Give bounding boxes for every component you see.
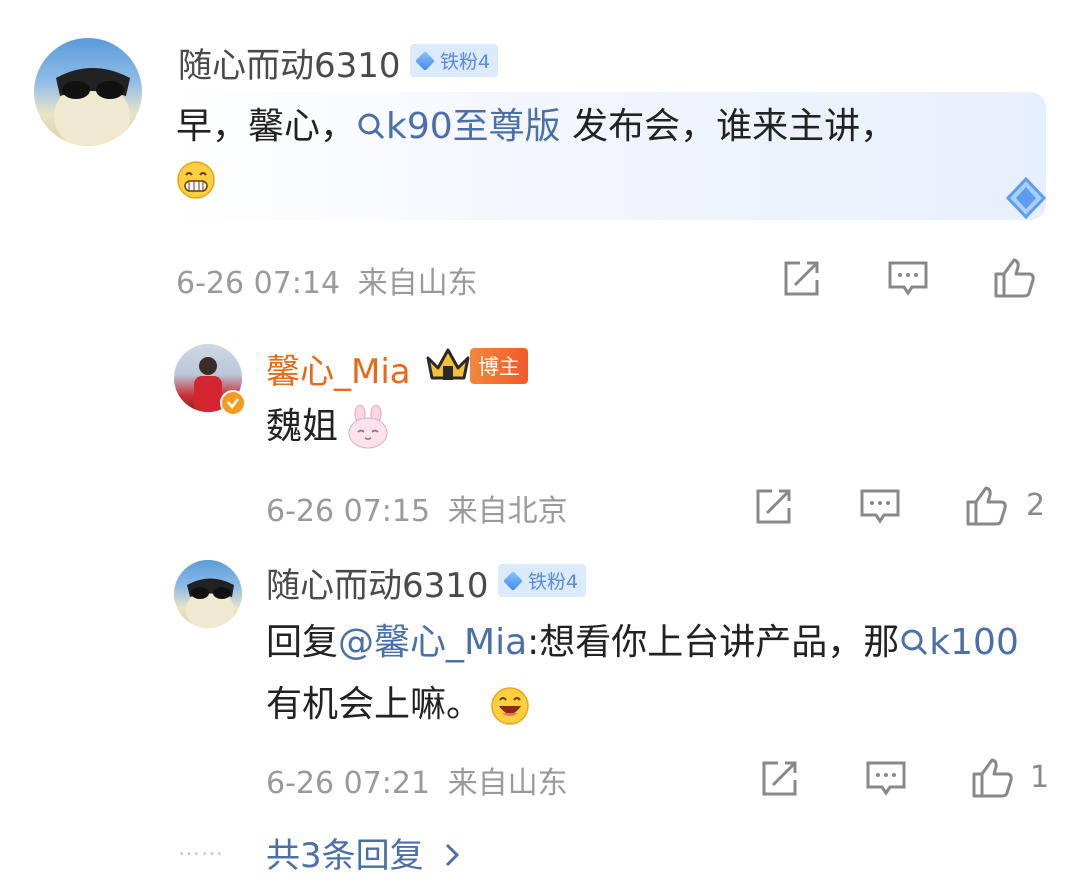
comment-text: 早，馨心， k90至尊版 发布会，谁来主讲，	[176, 98, 1016, 156]
comment-location: 来自山东	[357, 266, 478, 301]
topic-link[interactable]: k100	[899, 622, 1019, 663]
avatar-commenter[interactable]	[34, 38, 142, 146]
comment-icon[interactable]	[886, 256, 930, 300]
bunny-emoji	[346, 404, 390, 453]
reply-text-b: 有机会上嘛。	[266, 684, 483, 725]
more-replies-label: 共3条回复	[266, 836, 424, 876]
topic-link[interactable]: k90至尊版	[356, 106, 561, 147]
fan-badge[interactable]: 铁粉4	[410, 44, 499, 77]
more-dots: ……	[178, 836, 224, 861]
comment-time: 6-26 07:14	[176, 266, 341, 301]
cat-avatar-image	[54, 68, 130, 146]
commenter-name[interactable]: 随心而动6310	[178, 38, 401, 87]
reply-meta: 6-26 07:21 来自山东	[266, 758, 568, 802]
fan-badge-label: 铁粉4	[440, 51, 491, 73]
replier-name[interactable]: 随心而动6310	[266, 558, 489, 607]
like-icon[interactable]	[964, 484, 1008, 528]
chevron-right-icon	[446, 843, 460, 867]
reply-text-a: :想看你上台讲产品，那	[527, 622, 900, 663]
fan-badge-label: 铁粉4	[528, 571, 579, 593]
reply-time: 6-26 07:15	[266, 494, 431, 529]
verified-badge-icon	[220, 390, 246, 416]
diamond-icon	[503, 570, 523, 591]
fan-badge[interactable]: 铁粉4	[498, 564, 587, 597]
like-count: 2	[1026, 488, 1046, 523]
reply-time: 6-26 07:21	[266, 766, 431, 801]
blogger-badge-label: 博主	[478, 355, 520, 379]
comment-icon[interactable]	[858, 484, 902, 528]
diamond-decoration-icon	[1004, 176, 1048, 220]
like-count: 1	[1030, 760, 1050, 795]
avatar-replier[interactable]	[174, 560, 242, 628]
comment-icon[interactable]	[864, 756, 908, 800]
reply-prefix: 回复	[266, 622, 339, 663]
cat-avatar-image	[186, 578, 234, 628]
grin-emoji	[176, 160, 216, 204]
search-icon	[358, 113, 385, 140]
reply-location: 来自北京	[447, 494, 568, 529]
comment-text-after: 发布会，谁来主讲，	[560, 106, 897, 147]
like-icon[interactable]	[970, 756, 1014, 800]
blogger-name[interactable]: 馨心_Mia	[266, 344, 411, 393]
reply-text-body: 魏姐	[266, 406, 339, 447]
repost-icon[interactable]	[758, 756, 802, 800]
reply-text: 魏姐	[266, 398, 338, 456]
repost-icon[interactable]	[780, 256, 824, 300]
comment-text-before: 早，馨心，	[176, 106, 357, 147]
more-replies-link[interactable]: 共3条回复	[266, 828, 462, 877]
laugh-emoji	[490, 686, 530, 726]
diamond-icon	[415, 50, 435, 71]
reply-text: 回复@馨心_Mia:想看你上台讲产品，那 k100 有机会上嘛。	[266, 612, 1056, 736]
crown-icon	[424, 344, 472, 384]
repost-icon[interactable]	[752, 484, 796, 528]
reply-location: 来自山东	[447, 766, 568, 801]
blogger-badge: 博主	[470, 348, 528, 384]
comment-meta: 6-26 07:14 来自山东	[176, 258, 478, 302]
mention-link[interactable]: @馨心_Mia	[338, 622, 527, 663]
like-icon[interactable]	[992, 256, 1036, 300]
search-icon	[901, 629, 928, 656]
reply-meta: 6-26 07:15 来自北京	[266, 486, 568, 530]
